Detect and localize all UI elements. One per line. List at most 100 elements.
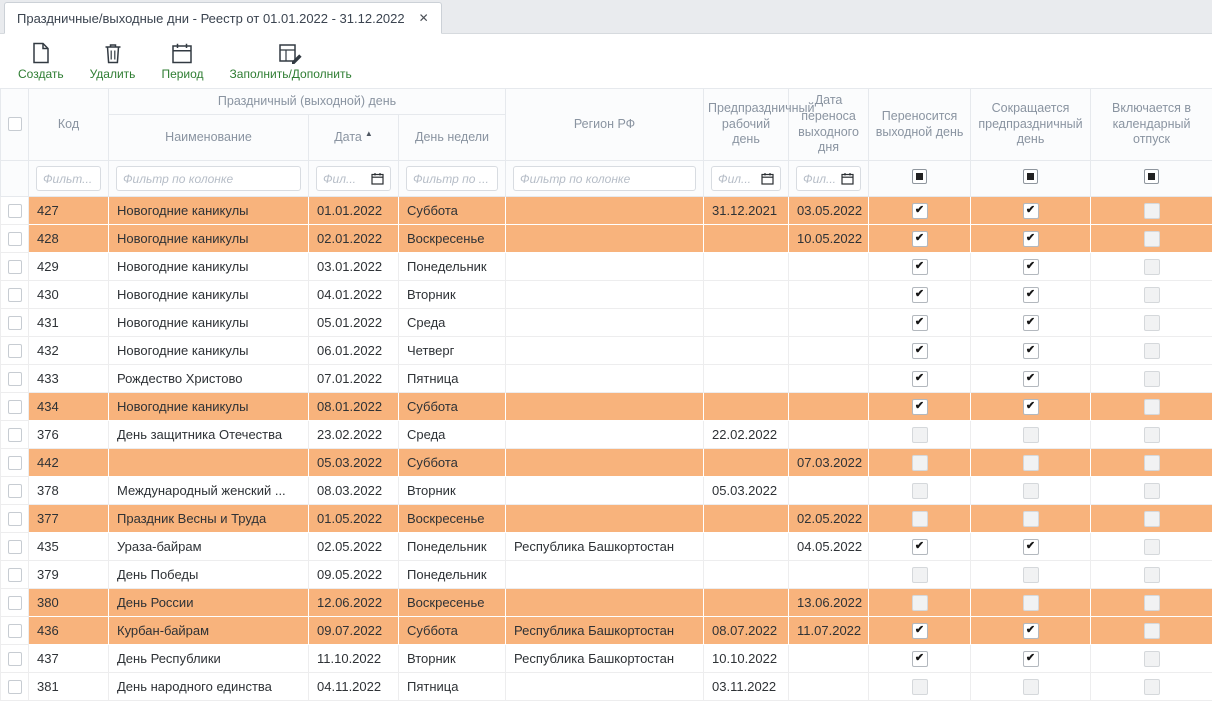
- table-row[interactable]: 430Новогодние каникулы04.01.2022Вторник✔…: [1, 281, 1212, 309]
- shortened-checkbox[interactable]: ✔: [1023, 371, 1039, 387]
- row-checkbox[interactable]: [8, 400, 22, 414]
- vacation-checkbox[interactable]: [1144, 371, 1160, 387]
- shortened-checkbox[interactable]: [1023, 483, 1039, 499]
- transferred-checkbox[interactable]: ✔: [912, 651, 928, 667]
- shortened-checkbox[interactable]: ✔: [1023, 287, 1039, 303]
- tab-close-icon[interactable]: ✕: [419, 11, 429, 25]
- shortened-checkbox[interactable]: ✔: [1023, 539, 1039, 555]
- row-checkbox[interactable]: [8, 204, 22, 218]
- table-row[interactable]: 431Новогодние каникулы05.01.2022Среда✔✔: [1, 309, 1212, 337]
- table-row[interactable]: 44205.03.2022Суббота07.03.2022: [1, 449, 1212, 477]
- transferred-checkbox[interactable]: ✔: [912, 231, 928, 247]
- column-header-region[interactable]: Регион РФ: [506, 89, 704, 161]
- vacation-checkbox[interactable]: [1144, 343, 1160, 359]
- vacation-checkbox[interactable]: [1144, 427, 1160, 443]
- table-row[interactable]: 437День Республики11.10.2022ВторникРеспу…: [1, 645, 1212, 673]
- shortened-checkbox[interactable]: ✔: [1023, 623, 1039, 639]
- vacation-checkbox[interactable]: [1144, 287, 1160, 303]
- shortened-checkbox[interactable]: [1023, 679, 1039, 695]
- column-header-preholiday[interactable]: Предпраздничный рабочий день: [704, 89, 789, 161]
- shortened-checkbox[interactable]: ✔: [1023, 259, 1039, 275]
- transferred-checkbox[interactable]: ✔: [912, 343, 928, 359]
- column-header-name[interactable]: Наименование: [109, 115, 309, 161]
- calendar-icon[interactable]: [371, 172, 384, 185]
- table-row[interactable]: 380День России12.06.2022Воскресенье13.06…: [1, 589, 1212, 617]
- filter-name-input[interactable]: [123, 172, 294, 186]
- table-row[interactable]: 429Новогодние каникулы03.01.2022Понедель…: [1, 253, 1212, 281]
- vacation-checkbox[interactable]: [1144, 315, 1160, 331]
- shortened-checkbox[interactable]: ✔: [1023, 203, 1039, 219]
- transferred-checkbox[interactable]: [912, 567, 928, 583]
- table-row[interactable]: 381День народного единства04.11.2022Пятн…: [1, 673, 1212, 701]
- column-header-transfer-date[interactable]: Дата переноса выходного дня: [789, 89, 869, 161]
- table-row[interactable]: 428Новогодние каникулы02.01.2022Воскресе…: [1, 225, 1212, 253]
- row-checkbox[interactable]: [8, 372, 22, 386]
- calendar-icon[interactable]: [841, 172, 854, 185]
- fill-append-button[interactable]: Заполнить/Дополнить: [230, 42, 352, 81]
- table-row[interactable]: 435Ураза-байрам02.05.2022ПонедельникРесп…: [1, 533, 1212, 561]
- table-row[interactable]: 434Новогодние каникулы08.01.2022Суббота✔…: [1, 393, 1212, 421]
- row-checkbox[interactable]: [8, 512, 22, 526]
- shortened-checkbox[interactable]: [1023, 595, 1039, 611]
- filter-weekday-input[interactable]: [413, 172, 491, 186]
- vacation-checkbox[interactable]: [1144, 651, 1160, 667]
- row-checkbox[interactable]: [8, 456, 22, 470]
- vacation-checkbox[interactable]: [1144, 231, 1160, 247]
- table-row[interactable]: 378Международный женский ...08.03.2022Вт…: [1, 477, 1212, 505]
- filter-vacation-checkbox[interactable]: [1144, 169, 1159, 184]
- shortened-checkbox[interactable]: ✔: [1023, 399, 1039, 415]
- row-checkbox[interactable]: [8, 540, 22, 554]
- transferred-checkbox[interactable]: ✔: [912, 259, 928, 275]
- transferred-checkbox[interactable]: [912, 511, 928, 527]
- transferred-checkbox[interactable]: [912, 455, 928, 471]
- delete-button[interactable]: Удалить: [90, 42, 136, 81]
- vacation-checkbox[interactable]: [1144, 259, 1160, 275]
- transferred-checkbox[interactable]: ✔: [912, 203, 928, 219]
- row-checkbox[interactable]: [8, 596, 22, 610]
- transferred-checkbox[interactable]: ✔: [912, 539, 928, 555]
- row-checkbox[interactable]: [8, 652, 22, 666]
- vacation-checkbox[interactable]: [1144, 539, 1160, 555]
- row-checkbox[interactable]: [8, 680, 22, 694]
- table-row[interactable]: 432Новогодние каникулы06.01.2022Четверг✔…: [1, 337, 1212, 365]
- period-button[interactable]: Период: [161, 42, 203, 81]
- transferred-checkbox[interactable]: [912, 595, 928, 611]
- transferred-checkbox[interactable]: ✔: [912, 399, 928, 415]
- column-header-code[interactable]: Код: [29, 89, 109, 161]
- transferred-checkbox[interactable]: [912, 483, 928, 499]
- shortened-checkbox[interactable]: ✔: [1023, 231, 1039, 247]
- transferred-checkbox[interactable]: ✔: [912, 371, 928, 387]
- table-row[interactable]: 433Рождество Христово07.01.2022Пятница✔✔: [1, 365, 1212, 393]
- table-row[interactable]: 436Курбан-байрам09.07.2022СубботаРеспубл…: [1, 617, 1212, 645]
- filter-shortened-checkbox[interactable]: [1023, 169, 1038, 184]
- row-checkbox[interactable]: [8, 344, 22, 358]
- shortened-checkbox[interactable]: [1023, 455, 1039, 471]
- shortened-checkbox[interactable]: [1023, 427, 1039, 443]
- filter-preholiday-input[interactable]: [718, 172, 758, 186]
- tab-holidays-registry[interactable]: Праздничные/выходные дни - Реестр от 01.…: [4, 2, 442, 34]
- filter-code-input[interactable]: [43, 172, 94, 186]
- column-header-transferred[interactable]: Переносится выходной день: [869, 89, 971, 161]
- shortened-checkbox[interactable]: ✔: [1023, 343, 1039, 359]
- vacation-checkbox[interactable]: [1144, 567, 1160, 583]
- filter-region-input[interactable]: [520, 172, 689, 186]
- shortened-checkbox[interactable]: [1023, 567, 1039, 583]
- filter-transferred-checkbox[interactable]: [912, 169, 927, 184]
- row-checkbox[interactable]: [8, 624, 22, 638]
- row-checkbox[interactable]: [8, 232, 22, 246]
- vacation-checkbox[interactable]: [1144, 203, 1160, 219]
- shortened-checkbox[interactable]: ✔: [1023, 315, 1039, 331]
- vacation-checkbox[interactable]: [1144, 679, 1160, 695]
- column-header-shortened[interactable]: Сокращается предпраздничный день: [971, 89, 1091, 161]
- row-checkbox[interactable]: [8, 568, 22, 582]
- vacation-checkbox[interactable]: [1144, 623, 1160, 639]
- transferred-checkbox[interactable]: ✔: [912, 287, 928, 303]
- filter-transfer-input[interactable]: [803, 172, 838, 186]
- select-all-checkbox[interactable]: [8, 117, 22, 131]
- transferred-checkbox[interactable]: ✔: [912, 315, 928, 331]
- transferred-checkbox[interactable]: [912, 679, 928, 695]
- row-checkbox[interactable]: [8, 428, 22, 442]
- transferred-checkbox[interactable]: ✔: [912, 623, 928, 639]
- vacation-checkbox[interactable]: [1144, 483, 1160, 499]
- row-checkbox[interactable]: [8, 316, 22, 330]
